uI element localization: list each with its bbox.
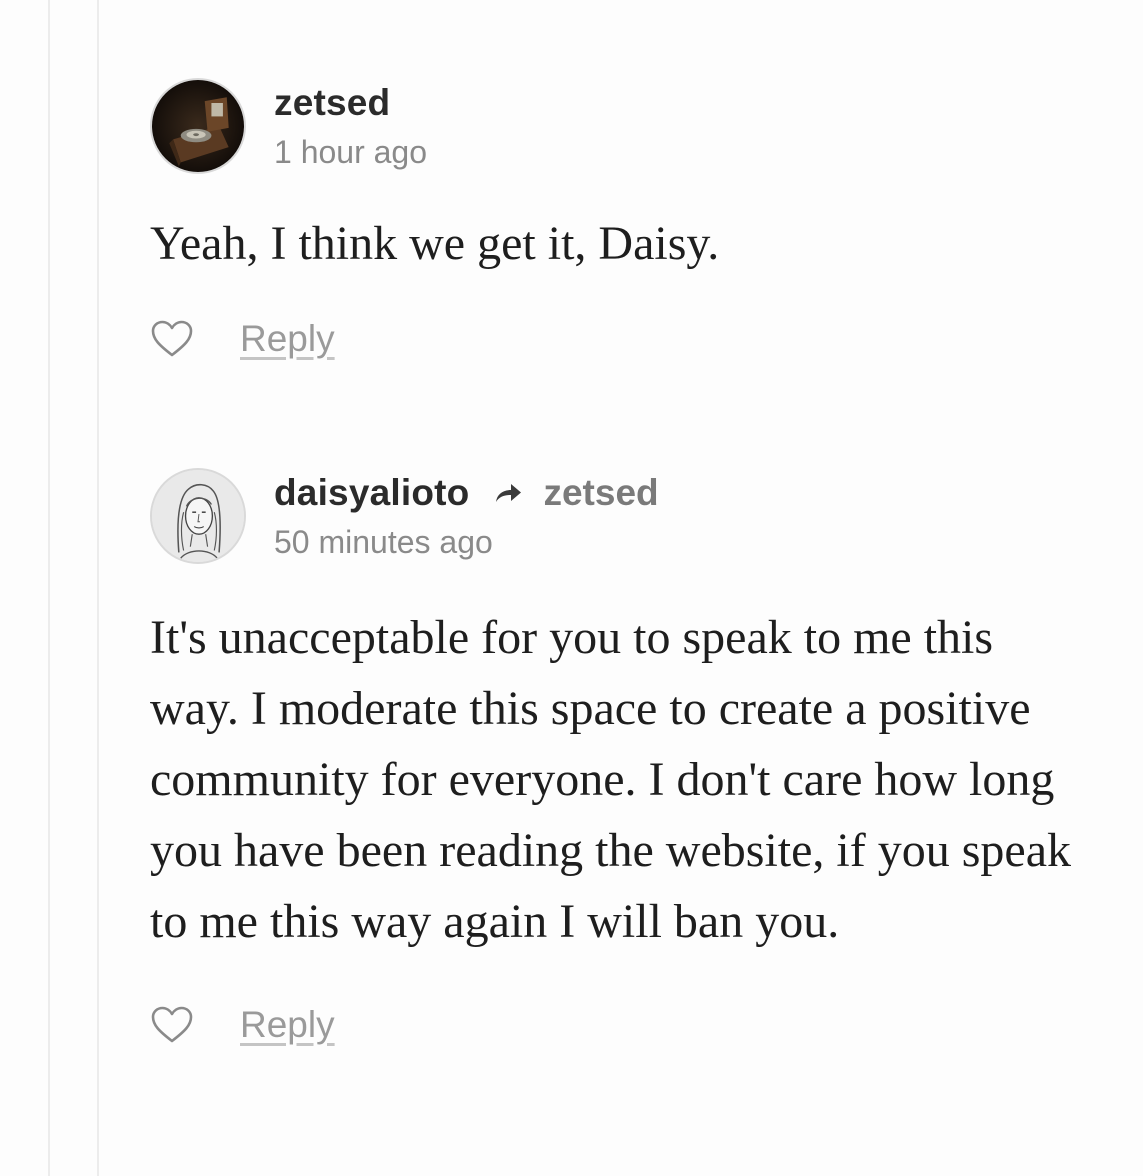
username[interactable]: zetsed (274, 82, 390, 124)
reply-button[interactable]: Reply (240, 1004, 335, 1046)
comment-header: zetsed 1 hour ago (150, 78, 1110, 178)
timestamp[interactable]: 1 hour ago (274, 134, 427, 171)
like-button[interactable] (150, 1003, 194, 1047)
thread-line-inner (97, 0, 99, 1176)
comment-header: daisyalioto zetsed 50 minutes ago (150, 468, 1110, 568)
gramophone-photo-icon (152, 80, 244, 172)
avatar[interactable] (150, 468, 246, 564)
comment-actions: Reply (150, 317, 1110, 361)
avatar[interactable] (150, 78, 246, 174)
reply-to-username[interactable]: zetsed (543, 472, 658, 514)
woman-sketch-portrait-icon (152, 470, 244, 562)
like-button[interactable] (150, 317, 194, 361)
heart-icon (151, 1006, 193, 1043)
reply-button[interactable]: Reply (240, 318, 335, 360)
username[interactable]: daisyalioto (274, 472, 469, 514)
thread-line-outer (48, 0, 50, 1176)
comment-actions: Reply (150, 1003, 1110, 1047)
comment: daisyalioto zetsed 50 minutes ago It's u… (150, 468, 1110, 1047)
comment-body: Yeah, I think we get it, Daisy. (150, 217, 720, 270)
reply-arrow-icon (493, 481, 523, 505)
heart-icon (151, 320, 193, 357)
timestamp[interactable]: 50 minutes ago (274, 524, 659, 561)
comment-body: It's unacceptable for you to speak to me… (150, 611, 1072, 948)
comment: zetsed 1 hour ago Yeah, I think we get i… (150, 78, 1110, 361)
